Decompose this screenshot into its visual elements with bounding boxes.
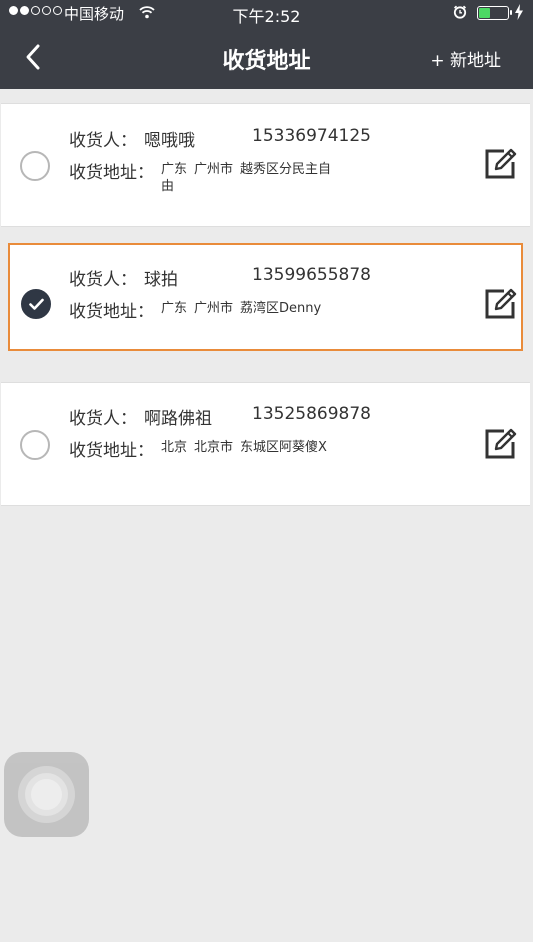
add-address-button[interactable]: + 新地址 [430,46,501,71]
address-text: 北京 北京市 东城区阿葵傻X [161,439,351,456]
address-label: 收货地址： [69,163,154,183]
radio-unselected-icon[interactable] [20,151,50,181]
receiver-label: 收货人： [69,409,137,429]
edit-icon[interactable] [484,148,518,180]
address-card[interactable]: 收货人： 嗯哦哦 15336974125 收货地址： 广东 广州市 越秀区分民主自由 [1,103,530,227]
checkmark-circle-icon[interactable] [21,289,51,319]
address-card-selected[interactable]: 收货人： 球拍 13599655878 收货地址： 广东 广州市 荔湾区Denny [8,243,523,351]
header: 中国移动 下午2:52 收货地址 + 新地址 [0,0,533,89]
edit-icon[interactable] [484,288,518,320]
receiver-name: 啊路佛祖 [144,409,212,429]
receiver-name: 球拍 [144,270,178,290]
receiver-name: 嗯哦哦 [144,131,195,151]
receiver-phone: 15336974125 [252,126,371,146]
address-label: 收货地址： [69,441,154,461]
edit-icon[interactable] [484,428,518,460]
alarm-icon [453,5,467,19]
address-detail: 东城区阿葵傻X [240,440,327,455]
address-province: 广东 [161,162,188,177]
assistive-touch-button[interactable] [4,752,89,837]
status-bar: 中国移动 下午2:52 [0,0,533,26]
address-city: 广州市 [194,162,234,177]
battery-icon [477,6,512,20]
address-text: 广东 广州市 越秀区分民主自由 [161,161,351,195]
radio-unselected-icon[interactable] [20,430,50,460]
address-city: 北京市 [194,440,234,455]
receiver-phone: 13525869878 [252,404,371,424]
address-card[interactable]: 收货人： 啊路佛祖 13525869878 收货地址： 北京 北京市 东城区阿葵傻X [1,382,530,506]
address-detail: 荔湾区Denny [240,301,322,316]
charging-bolt-icon [515,4,523,20]
receiver-label: 收货人： [69,131,137,151]
receiver-label: 收货人： [69,270,137,290]
address-province: 广东 [161,301,188,316]
receiver-phone: 13599655878 [252,265,371,285]
address-label: 收货地址： [69,302,154,322]
address-text: 广东 广州市 荔湾区Denny [161,300,351,317]
chevron-left-icon[interactable] [20,40,50,74]
address-province: 北京 [161,440,188,455]
address-city: 广州市 [194,301,234,316]
